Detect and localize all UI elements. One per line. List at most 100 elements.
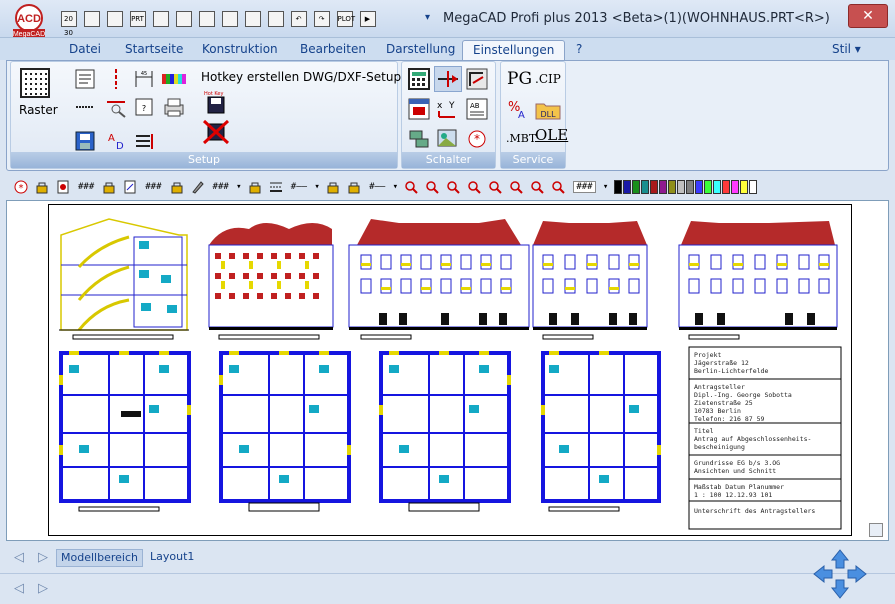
delete-icon[interactable] xyxy=(265,8,286,29)
preview-icon[interactable] xyxy=(173,8,194,29)
save-settings-icon[interactable] xyxy=(72,128,98,154)
tab-layout1[interactable]: Layout1 xyxy=(150,549,194,565)
new-file-icon[interactable] xyxy=(81,8,102,29)
print-icon[interactable]: PRT xyxy=(127,8,148,29)
calculator-icon[interactable] xyxy=(406,66,432,92)
pan-navigation-icon[interactable] xyxy=(806,548,874,600)
zoom-all-icon[interactable] xyxy=(486,178,504,196)
open-folder-icon[interactable] xyxy=(104,8,125,29)
color-swatch[interactable] xyxy=(721,180,730,194)
image-toggle-icon[interactable] xyxy=(434,126,460,152)
color-swatch[interactable] xyxy=(730,180,739,194)
text-toggle-icon[interactable]: AB xyxy=(464,96,490,122)
color-value[interactable]: ### xyxy=(573,181,596,193)
linewidth-value[interactable]: #—— xyxy=(369,182,385,192)
tab-datei[interactable]: Datei xyxy=(59,40,111,60)
color-swatch[interactable] xyxy=(739,180,748,194)
linetype-icon[interactable] xyxy=(267,178,285,196)
color-swatch[interactable] xyxy=(613,180,622,194)
ortho-toggle-icon[interactable] xyxy=(464,66,490,92)
mbt-button[interactable]: .MBT xyxy=(506,132,536,145)
lock-pen-icon[interactable] xyxy=(168,178,186,196)
color-swatch[interactable] xyxy=(622,180,631,194)
layout-prev-icon[interactable]: ◁ xyxy=(14,550,24,565)
zoom-window-icon[interactable] xyxy=(423,178,441,196)
qat-dropdown-icon[interactable]: ▾ xyxy=(425,12,430,23)
properties-icon[interactable] xyxy=(242,8,263,29)
linetype-dropdown-icon[interactable]: ▾ xyxy=(313,178,321,196)
star-toggle-icon[interactable]: * xyxy=(464,126,490,152)
font-settings-icon[interactable]: AD xyxy=(103,128,129,154)
color-swatch[interactable] xyxy=(694,180,703,194)
tab-modellbereich[interactable]: Modellbereich xyxy=(56,549,143,567)
tab-einstellungen[interactable]: Einstellungen xyxy=(462,40,566,60)
color-swatch[interactable] xyxy=(658,180,667,194)
pen-dropdown-icon[interactable]: ▾ xyxy=(235,178,243,196)
linewidth-dropdown-icon[interactable]: ▾ xyxy=(391,178,399,196)
axis-toggle-icon[interactable]: xY xyxy=(434,96,460,122)
hotkey-button[interactable]: Hotkey erstellen xyxy=(201,70,299,84)
hotkey-delete-icon[interactable] xyxy=(201,118,231,146)
play-icon[interactable]: ▶ xyxy=(357,8,378,29)
save-icon[interactable] xyxy=(150,8,171,29)
pick-tool-icon[interactable] xyxy=(103,94,129,120)
line-width-icon[interactable] xyxy=(72,94,98,120)
color-icon[interactable] xyxy=(219,8,240,29)
pg-button[interactable]: PG xyxy=(507,69,532,89)
color-swatch[interactable] xyxy=(631,180,640,194)
tab-bearbeiten[interactable]: Bearbeiten xyxy=(290,40,376,60)
printer-setup-icon[interactable] xyxy=(161,94,187,120)
layer-list-icon[interactable] xyxy=(131,128,157,154)
pen-value[interactable]: ### xyxy=(213,182,229,192)
pen-icon[interactable] xyxy=(189,178,207,196)
command-prev-icon[interactable]: ◁ xyxy=(14,581,24,596)
hotkey-save-icon[interactable]: Hot Key xyxy=(201,88,231,116)
page-setup-icon[interactable] xyxy=(196,8,217,29)
redo-icon[interactable]: ↷ xyxy=(311,8,332,29)
linewidth-lock-icon[interactable] xyxy=(345,178,363,196)
close-button[interactable]: ✕ xyxy=(848,4,888,28)
star-snap-icon[interactable]: * xyxy=(12,178,30,196)
tab-help[interactable]: ? xyxy=(566,40,592,60)
zoom-out-icon[interactable] xyxy=(402,178,420,196)
zoom-extents-icon[interactable] xyxy=(549,178,567,196)
color-palette-icon[interactable] xyxy=(161,66,187,92)
layer-select-icon[interactable] xyxy=(54,178,72,196)
layout-next-icon[interactable]: ▷ xyxy=(38,550,48,565)
line-style-icon[interactable] xyxy=(103,66,129,92)
tab-konstruktion[interactable]: Konstruktion xyxy=(192,40,288,60)
plot-icon[interactable]: PLOT xyxy=(334,8,355,29)
lock-layer-icon[interactable] xyxy=(33,178,51,196)
color-swatch[interactable] xyxy=(685,180,694,194)
dimension-icon[interactable]: 45 xyxy=(131,66,157,92)
network-toggle-icon[interactable] xyxy=(406,126,432,152)
color-swatch[interactable] xyxy=(640,180,649,194)
command-next-icon[interactable]: ▷ xyxy=(38,581,48,596)
lock-linetype-icon[interactable] xyxy=(246,178,264,196)
zoom-redraw-icon[interactable] xyxy=(528,178,546,196)
linetype-value[interactable]: #—— xyxy=(291,182,307,192)
raster-icon[interactable] xyxy=(20,68,50,98)
color-dropdown-icon[interactable]: ▾ xyxy=(602,178,610,196)
cip-button[interactable]: .CIP xyxy=(535,72,561,86)
zoom-previous-icon[interactable] xyxy=(507,178,525,196)
megacad-logo[interactable]: ACD MegaCAD xyxy=(7,3,51,39)
color-swatch[interactable] xyxy=(748,180,757,194)
lock-linewidth-icon[interactable] xyxy=(324,178,342,196)
text-settings-icon[interactable] xyxy=(72,66,98,92)
raster-button[interactable]: Raster xyxy=(19,103,58,117)
color-swatch[interactable] xyxy=(649,180,658,194)
dll-folder-icon[interactable]: DLL xyxy=(533,96,563,122)
canvas-corner-button[interactable] xyxy=(869,523,883,537)
color-swatch[interactable] xyxy=(712,180,721,194)
undo-icon[interactable]: ↶ xyxy=(288,8,309,29)
dwg-dxf-setup-button[interactable]: DWG/DXF-Setup xyxy=(303,70,401,84)
window-toggle-icon[interactable] xyxy=(406,96,432,122)
color-swatch[interactable] xyxy=(703,180,712,194)
snap-toggle-icon[interactable] xyxy=(434,66,462,92)
zoom-in-icon[interactable] xyxy=(465,178,483,196)
tab-startseite[interactable]: Startseite xyxy=(115,40,193,60)
lock-group-icon[interactable] xyxy=(100,178,118,196)
style-menu[interactable]: Stil ▾ xyxy=(832,39,861,59)
screen-setup-icon[interactable]: ? xyxy=(131,94,157,120)
